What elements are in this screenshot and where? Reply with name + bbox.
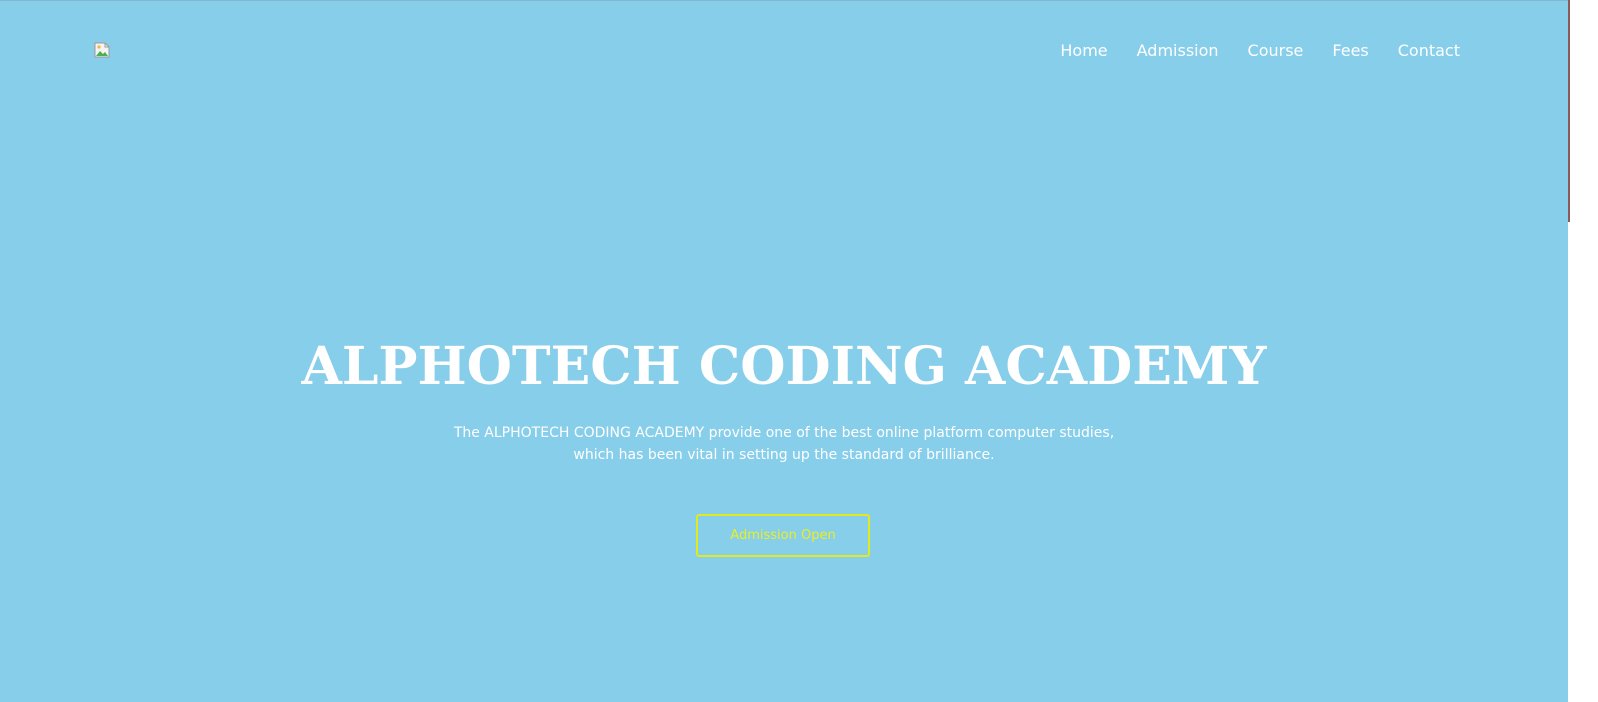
- hero-section: Home Admission Course Fees Contact ALPHO…: [0, 0, 1568, 702]
- hero-title: ALPHOTECH CODING ACADEMY: [301, 336, 1267, 397]
- nav-link-contact[interactable]: Contact: [1398, 39, 1460, 63]
- scrollbar-thumb[interactable]: [1568, 0, 1570, 222]
- nav-link-course[interactable]: Course: [1248, 39, 1304, 63]
- nav-link-fees[interactable]: Fees: [1332, 39, 1368, 63]
- nav-link-home[interactable]: Home: [1060, 39, 1107, 63]
- admission-open-button[interactable]: Admission Open: [696, 514, 870, 557]
- broken-image-icon[interactable]: [94, 42, 110, 58]
- main-nav: Home Admission Course Fees Contact: [1060, 39, 1460, 63]
- nav-link-admission[interactable]: Admission: [1137, 39, 1219, 63]
- page-scrollbar[interactable]: [1568, 0, 1598, 702]
- hero-subtitle: The ALPHOTECH CODING ACADEMY provide one…: [453, 425, 1115, 463]
